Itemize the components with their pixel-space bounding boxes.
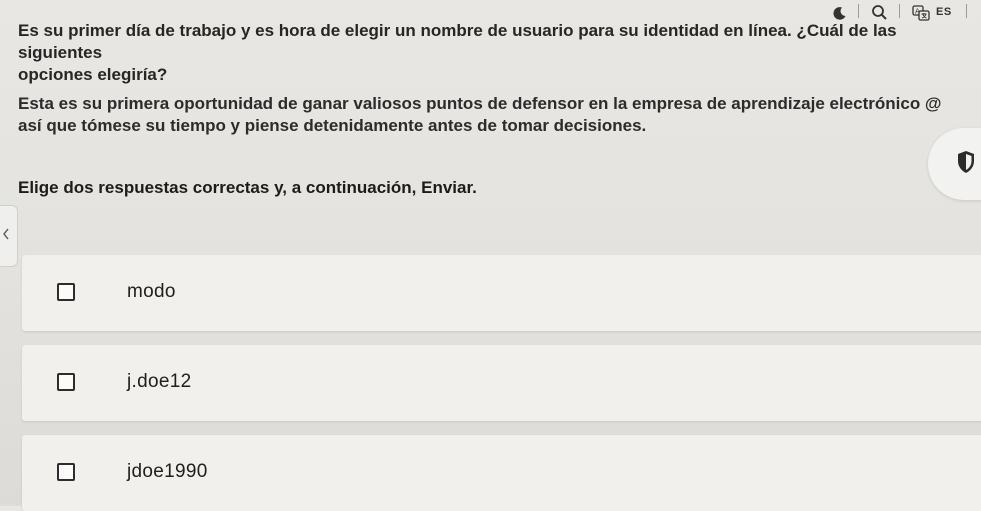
context-text: Esta es su primera oportunidad de ganar … — [18, 93, 958, 137]
language-label[interactable]: ES — [936, 6, 952, 18]
toolbar-divider — [899, 4, 900, 18]
option-modo[interactable]: modo — [22, 255, 981, 331]
question-line-2: opciones elegiría? — [18, 65, 168, 84]
toolbar-divider — [966, 4, 967, 18]
question-line-1: Es su primer día de trabajo y es hora de… — [18, 21, 897, 62]
side-panel-toggle[interactable] — [0, 205, 18, 267]
option-label: modo — [127, 281, 176, 302]
search-icon[interactable] — [870, 3, 888, 21]
option-label: jdoe1990 — [127, 461, 208, 482]
question-text: Es su primer día de trabajo y es hora de… — [18, 20, 978, 86]
option-checkbox[interactable] — [57, 463, 75, 481]
option-checkbox[interactable] — [57, 283, 75, 301]
option-jdoe12[interactable]: j.doe12 — [22, 345, 981, 421]
option-jdoe1990[interactable]: jdoe1990 — [22, 435, 981, 511]
option-label: j.doe12 — [127, 371, 192, 392]
context-line-1: Esta es su primera oportunidad de ganar … — [18, 94, 942, 113]
shield-button[interactable] — [928, 128, 981, 200]
shield-icon — [956, 150, 976, 179]
toolbar-divider — [858, 4, 859, 18]
context-line-2: así que tómese su tiempo y piense deteni… — [18, 116, 647, 135]
instruction-text: Elige dos respuestas correctas y, a cont… — [18, 178, 477, 197]
option-checkbox[interactable] — [57, 373, 75, 391]
chevron-left-icon — [2, 227, 10, 245]
